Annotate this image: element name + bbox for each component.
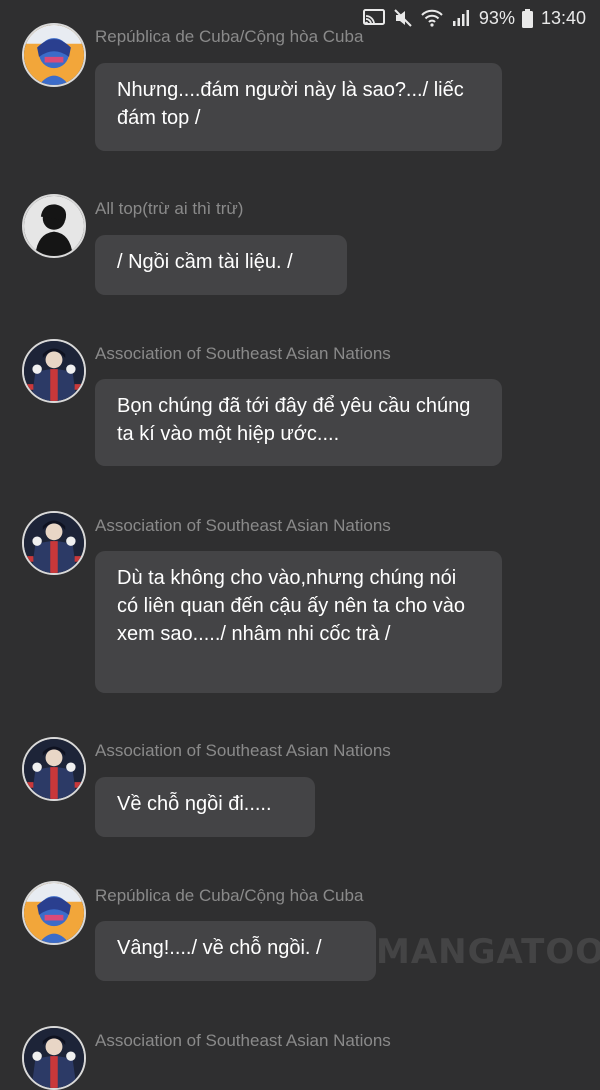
asean-avatar[interactable] [22, 1026, 86, 1090]
sender-name: Association of Southeast Asian Nations [95, 1031, 391, 1050]
battery-percent: 93% [478, 7, 515, 28]
sender-name: Association of Southeast Asian Nations [95, 344, 391, 363]
message-bubble[interactable]: / Ngồi cầm tài liệu. / [95, 235, 347, 295]
asean-avatar[interactable] [22, 737, 86, 801]
sender-name: República de Cuba/Cộng hòa Cuba [95, 886, 364, 905]
cuba-avatar[interactable] [22, 23, 86, 87]
sender-name: Association of Southeast Asian Nations [95, 516, 391, 535]
signal-icon [450, 8, 472, 28]
message-bubble[interactable]: Nhưng....đám người này là sao?.../ liếc … [95, 63, 502, 151]
message-bubble[interactable]: Dù ta không cho vào,nhưng chúng nói có l… [95, 551, 502, 693]
message-bubble[interactable]: Vâng!..../ về chỗ ngồi. / [95, 921, 376, 981]
cuba-avatar[interactable] [22, 881, 86, 945]
status-bar: 93% 13:40 [362, 0, 586, 36]
sender-name: All top(trừ ai thì trừ) [95, 199, 244, 218]
asean-avatar[interactable] [22, 511, 86, 575]
cast-icon [362, 8, 385, 28]
sender-name: Association of Southeast Asian Nations [95, 741, 391, 760]
message-bubble[interactable]: Bọn chúng đã tới đây để yêu cầu chúng ta… [95, 379, 502, 466]
mangatoon-watermark: MANGATOON [376, 932, 600, 972]
sender-name: República de Cuba/Cộng hòa Cuba [95, 27, 364, 46]
clock: 13:40 [540, 7, 586, 28]
silhouette-avatar[interactable] [22, 194, 86, 258]
asean-avatar[interactable] [22, 339, 86, 403]
mute-icon [392, 8, 414, 28]
wifi-icon [421, 8, 443, 28]
battery-icon [522, 8, 534, 28]
message-bubble[interactable]: Về chỗ ngồi đi..... [95, 777, 315, 837]
